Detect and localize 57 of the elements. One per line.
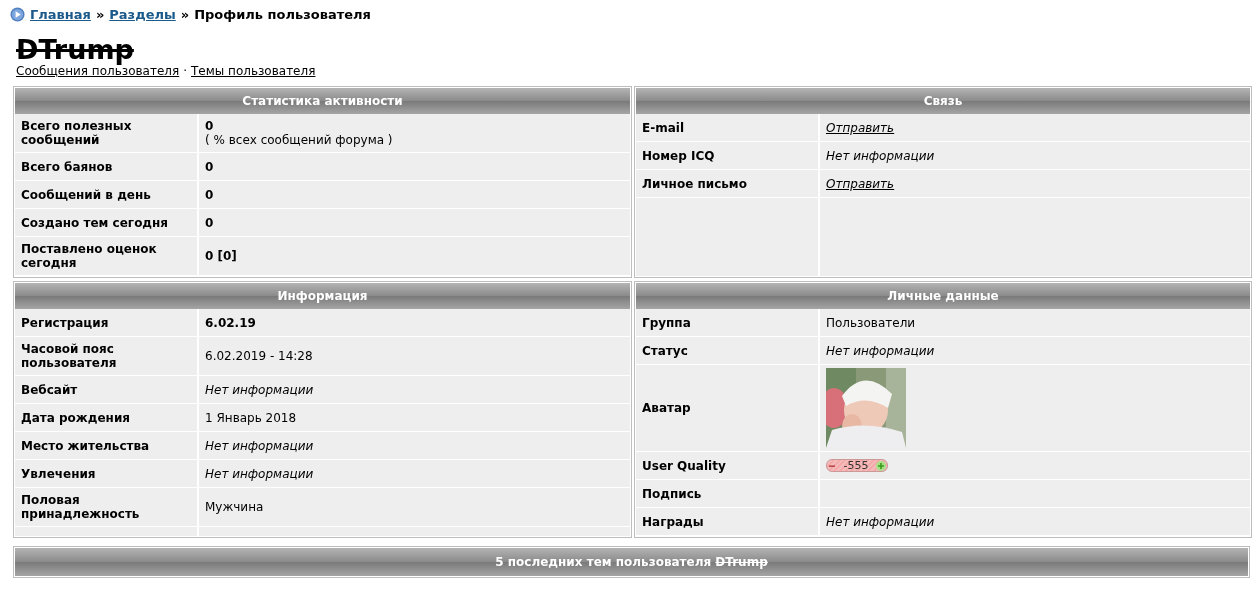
field-label: Поставлено оценок сегодня [21, 242, 158, 270]
breadcrumb-separator: » [95, 6, 105, 22]
field-value: 6.02.2019 - 14:28 [205, 349, 314, 363]
send-link[interactable]: Отправить [826, 176, 1244, 191]
panel-header: Статистика активности [14, 87, 631, 114]
field-value: Мужчина [205, 500, 265, 514]
field-label: Подпись [642, 486, 703, 501]
breadcrumb-current: Профиль пользователя [194, 6, 371, 22]
section-header: 5 последних тем пользователя DTrump [14, 547, 1249, 577]
field-value: Пользователи [826, 315, 917, 330]
field-label: User Quality [642, 458, 727, 473]
field-value: Нет информации [205, 466, 315, 481]
breadcrumb-link[interactable]: Главная [30, 6, 91, 22]
field-label: Группа [642, 315, 692, 330]
field-label: Место жительства [21, 438, 151, 453]
field-label: Половая принадлежность [21, 493, 141, 521]
field-value: 0 [205, 215, 215, 230]
field-value: 0 [205, 119, 215, 133]
field-value: 0 [205, 159, 215, 174]
field-label: Награды [642, 514, 705, 529]
field-value: 1 Январь 2018 [205, 410, 298, 425]
field-label: Регистрация [21, 315, 110, 330]
field-label: Увлечения [21, 466, 97, 481]
send-link[interactable]: Отправить [826, 120, 1244, 135]
rating-value: -555 [842, 459, 870, 472]
panel-header: Информация [14, 282, 631, 309]
play-circle-icon [10, 6, 25, 22]
field-label: Статус [642, 343, 689, 358]
field-value: 6.02.19 [205, 315, 257, 330]
field-value: Нет информации [826, 514, 936, 529]
field-label: Номер ICQ [642, 148, 716, 163]
field-label: E-mail [642, 120, 685, 135]
field-label: Создано тем сегодня [21, 215, 170, 230]
field-label: Вебсайт [21, 382, 79, 397]
field-value: Нет информации [826, 343, 936, 358]
field-label: Всего полезных сообщений [21, 119, 133, 147]
field-value: Нет информации [205, 438, 315, 453]
field-value: 0 [0] [205, 249, 238, 263]
panel-header: Связь [635, 87, 1251, 114]
field-label: Всего баянов [21, 159, 114, 174]
field-value: 0 [205, 187, 215, 202]
link-separator: · [183, 64, 187, 78]
breadcrumb-separator: » [180, 6, 190, 22]
field-label: Дата рождения [21, 410, 132, 425]
field-label: Личное письмо [642, 176, 748, 191]
user-link[interactable]: Сообщения пользователя [16, 64, 180, 78]
username-title: DTrump [16, 36, 134, 64]
field-label: Часовой пояс пользователя [21, 342, 118, 370]
field-value: Нет информации [205, 382, 315, 397]
field-value: Нет информации [826, 148, 936, 163]
breadcrumb-link[interactable]: Разделы [109, 6, 176, 22]
plus-icon[interactable] [876, 460, 886, 471]
field-label: Сообщений в день [21, 187, 152, 202]
user-link[interactable]: Темы пользователя [191, 64, 316, 78]
panel-header: Личные данные [635, 282, 1251, 309]
field-note: ( % всех сообщений форума ) [205, 133, 394, 147]
field-label: Аватар [642, 401, 692, 415]
